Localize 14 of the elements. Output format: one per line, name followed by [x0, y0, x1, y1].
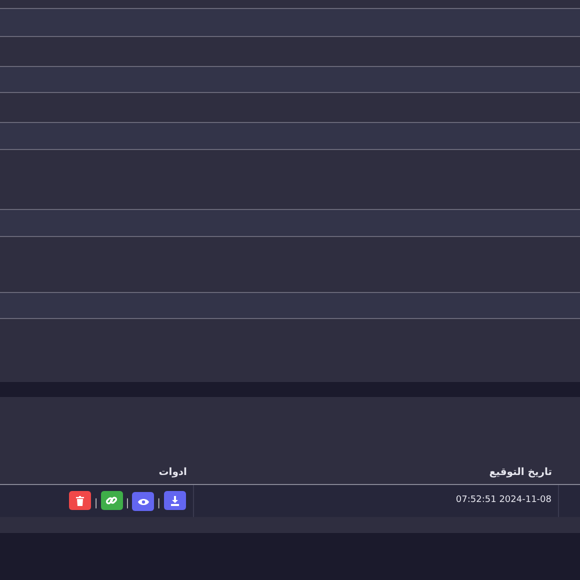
column-header: تاريخ التوقيع [489, 466, 552, 478]
trash-icon [76, 496, 84, 506]
link-button[interactable] [100, 490, 123, 510]
separator: | [157, 498, 160, 508]
column-header: ادوات [158, 466, 187, 478]
separator: | [94, 498, 98, 508]
eye-icon [138, 498, 149, 506]
delete-button[interactable] [69, 491, 92, 510]
download-button[interactable] [164, 491, 186, 510]
download-icon [170, 496, 180, 506]
link-icon [106, 494, 118, 506]
view-button[interactable] [132, 492, 154, 511]
separator: | [126, 498, 130, 508]
date-cell: 07:52:51 2024-11-08 [456, 495, 552, 505]
